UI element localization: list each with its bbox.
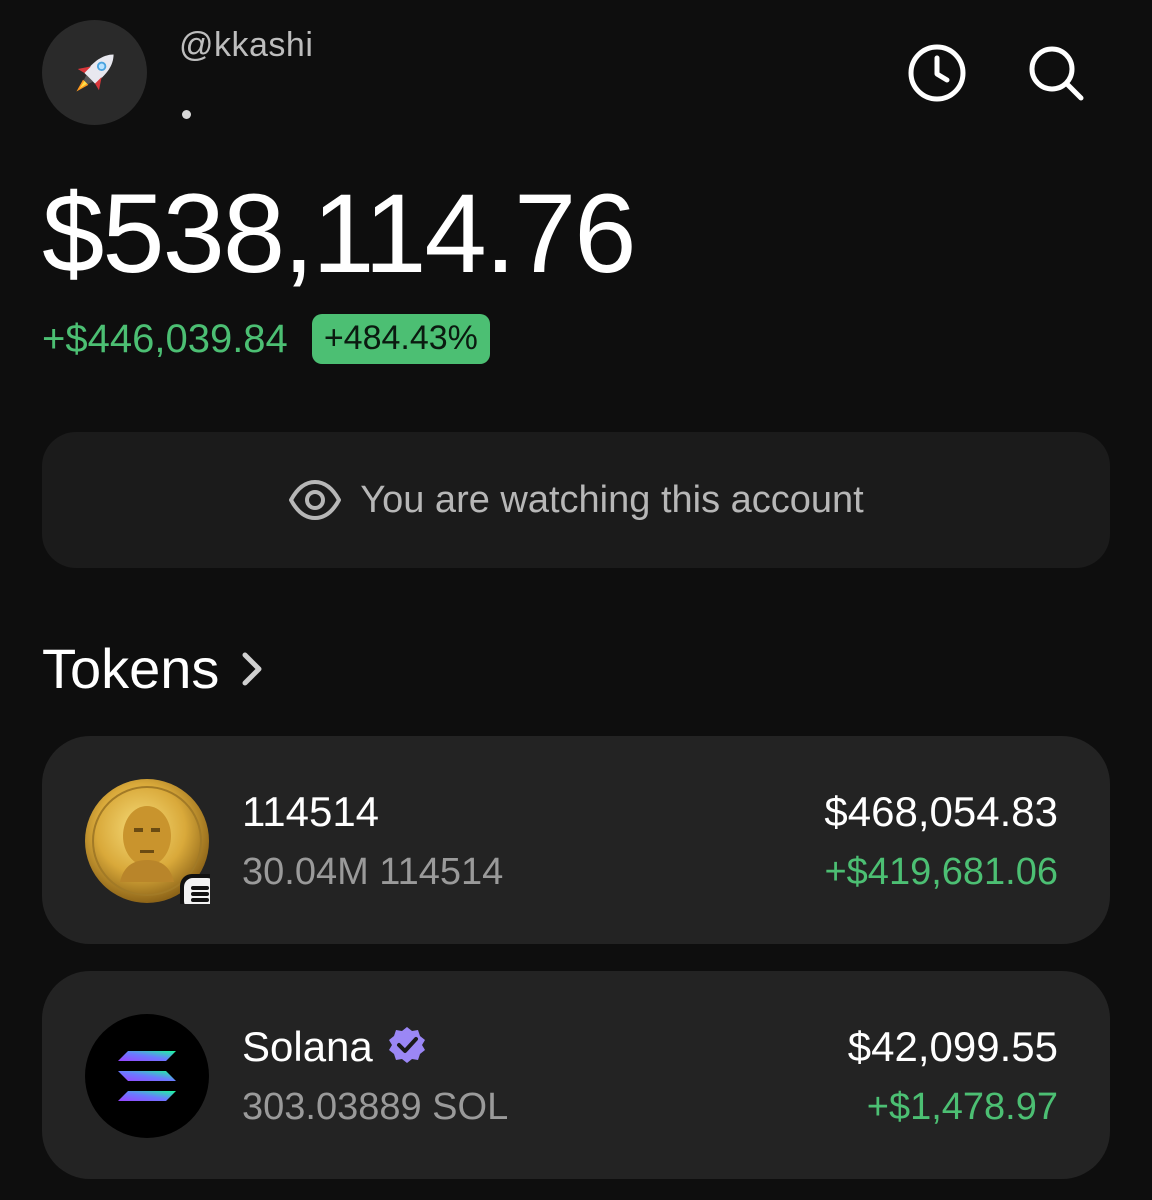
history-button[interactable] <box>906 42 968 104</box>
token-icon-wrapper <box>84 1013 210 1139</box>
rocket-icon <box>75 53 114 92</box>
watching-text: You are watching this account <box>360 478 864 521</box>
token-name-row: Solana <box>242 1023 427 1071</box>
token-amount: 303.03889 SOL <box>242 1086 509 1128</box>
username: @kkashi <box>179 26 314 64</box>
tokens-title: Tokens <box>42 637 220 700</box>
token-gain: +$1,478.97 <box>866 1086 1058 1128</box>
token-value: $468,054.83 <box>824 788 1058 835</box>
solana-icon <box>85 1014 209 1138</box>
change-amount: +$446,039.84 <box>42 316 288 361</box>
balance-change-row: +$446,039.84 +484.43% <box>42 312 490 366</box>
token-name-row: 114514 <box>242 788 379 836</box>
token-row-114514[interactable]: 114514 30.04M 114514 $468,054.83 +$419,6… <box>42 736 1110 944</box>
token-amount: 30.04M 114514 <box>242 851 504 893</box>
token-name: 114514 <box>242 788 380 835</box>
eye-icon <box>289 480 342 520</box>
avatar[interactable] <box>42 20 147 125</box>
status-dot <box>182 110 191 119</box>
header: @kkashi <box>42 20 1110 130</box>
token-value: $42,099.55 <box>847 1023 1058 1070</box>
clock-icon <box>908 44 966 102</box>
token-name: Solana <box>242 1023 373 1070</box>
watching-banner: You are watching this account <box>42 432 1110 568</box>
search-icon <box>1029 46 1084 101</box>
total-balance: $538,114.76 <box>42 171 637 296</box>
token-gain: +$419,681.06 <box>824 851 1058 893</box>
token-row-solana[interactable]: Solana 303.03889 SOL $42,099.55 +$1,478.… <box>42 971 1110 1179</box>
verified-badge-icon <box>387 1025 427 1070</box>
change-percent-badge: +484.43% <box>311 314 490 364</box>
tokens-header[interactable]: Tokens <box>42 636 269 701</box>
search-button[interactable] <box>1025 42 1087 104</box>
coin-icon <box>85 779 220 914</box>
chevron-right-icon <box>242 652 262 685</box>
token-icon-wrapper <box>84 778 220 914</box>
